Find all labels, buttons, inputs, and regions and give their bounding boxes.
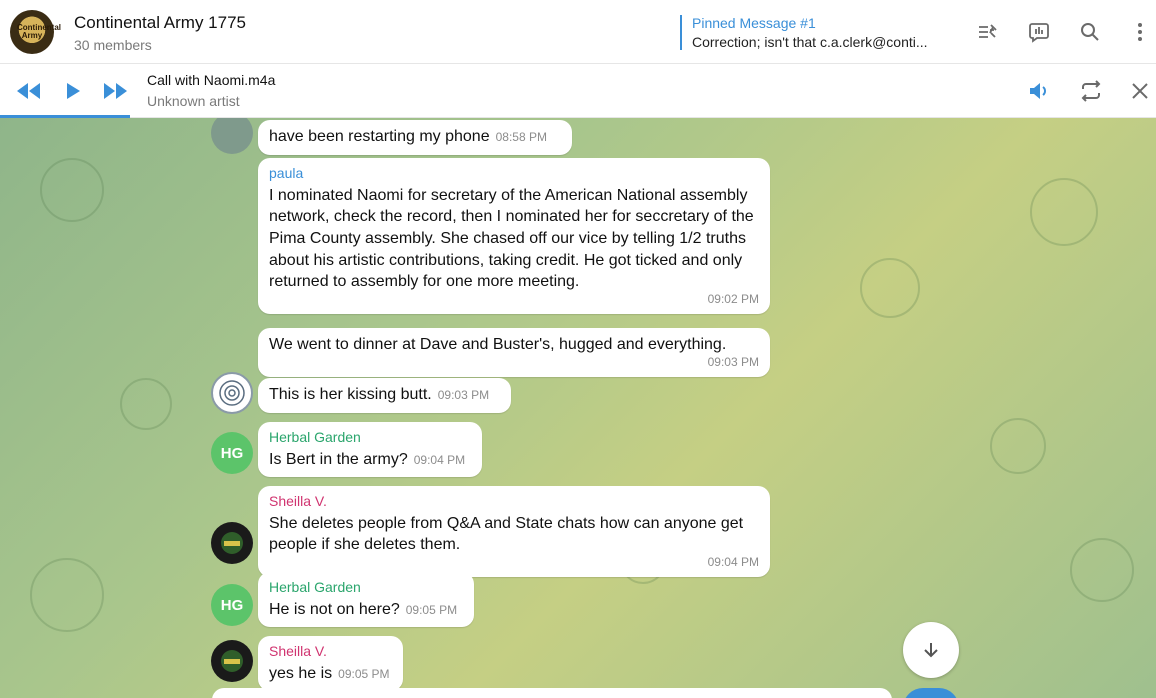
message-time: 08:58 PM: [495, 130, 547, 144]
message-time: 09:05 PM: [338, 666, 390, 681]
background-doodle: [1030, 178, 1098, 246]
chat-header: Continental Army Continental Army 1775 3…: [0, 0, 1156, 64]
sender-name[interactable]: paula: [269, 164, 759, 183]
play-icon[interactable]: [60, 79, 86, 103]
message-bubble: paula I nominated Naomi for secretary of…: [258, 158, 770, 315]
message-text: Is Bert in the army?: [269, 450, 408, 468]
pinned-text: Correction; isn't that c.a.clerk@conti..…: [692, 34, 928, 50]
more-icon[interactable]: [1126, 18, 1154, 46]
message-text: I nominated Naomi for secretary of the A…: [269, 186, 754, 291]
message-bubble: Herbal Garden He is not on here? 09:05 PM: [258, 572, 474, 628]
pinned-list-icon[interactable]: [974, 18, 1002, 46]
pinned-message[interactable]: Pinned Message #1 Correction; isn't that…: [680, 15, 962, 50]
chat-area: have been restarting my phone 08:58 PM pa…: [0, 118, 1156, 698]
next-icon[interactable]: [102, 79, 128, 103]
background-doodle: [990, 418, 1046, 474]
group-avatar[interactable]: Continental Army: [10, 10, 61, 54]
message-time: 09:04 PM: [707, 555, 759, 570]
avatar-initials: HG: [220, 444, 244, 462]
message-bubble: Sheilla V. She deletes people from Q&A a…: [258, 486, 770, 578]
sender-name[interactable]: Sheilla V.: [269, 492, 759, 511]
avatar[interactable]: HG: [211, 432, 253, 474]
avatar[interactable]: [211, 522, 253, 564]
volume-icon[interactable]: [1027, 79, 1053, 103]
avatar[interactable]: [211, 118, 253, 154]
avatar-initials: HG: [220, 596, 244, 614]
arrow-down-icon: [924, 643, 938, 658]
prev-icon[interactable]: [16, 79, 42, 103]
message-text: We went to dinner at Dave and Buster's, …: [269, 336, 727, 353]
background-doodle: [1070, 538, 1134, 602]
sender-name[interactable]: Sheilla V.: [269, 642, 392, 661]
message-text: He is not on here?: [269, 600, 400, 618]
sender-name[interactable]: Herbal Garden: [269, 428, 471, 447]
message-text: This is her kissing butt.: [269, 386, 432, 403]
close-icon[interactable]: [1127, 79, 1153, 103]
message-text: yes he is: [269, 664, 333, 682]
message-time: 09:04 PM: [413, 452, 466, 467]
message-bubble: Sheilla V. yes he is 09:05 PM: [258, 636, 403, 692]
group-title[interactable]: Continental Army 1775: [74, 13, 246, 33]
audio-player-bar: Call with Naomi.m4a Unknown artist: [0, 64, 1156, 118]
scroll-down-button[interactable]: [903, 622, 959, 678]
send-button[interactable]: [903, 688, 959, 698]
message-bubble: This is her kissing butt. 09:03 PM: [258, 378, 511, 413]
message-text: have been restarting my phone: [269, 128, 490, 145]
poll-icon[interactable]: [1025, 18, 1053, 46]
search-icon[interactable]: [1076, 18, 1104, 46]
message-time: 09:02 PM: [707, 291, 759, 306]
message-bubble: We went to dinner at Dave and Buster's, …: [258, 328, 770, 377]
message-time: 09:03 PM: [437, 388, 490, 402]
message-bubble: Herbal Garden Is Bert in the army? 09:04 …: [258, 422, 482, 478]
message-time: 09:03 PM: [707, 354, 759, 369]
message-composer[interactable]: [212, 688, 892, 698]
background-doodle: [120, 378, 172, 430]
member-count: 30 members: [74, 37, 152, 53]
repeat-icon[interactable]: [1078, 79, 1104, 103]
avatar[interactable]: HG: [211, 584, 253, 626]
avatar-text: Continental Army: [17, 23, 61, 40]
background-doodle: [40, 158, 104, 222]
track-title: Call with Naomi.m4a: [147, 72, 276, 88]
sender-name[interactable]: Herbal Garden: [269, 578, 463, 597]
message-time: 09:05 PM: [405, 602, 458, 617]
avatar[interactable]: [211, 372, 253, 414]
pinned-title: Pinned Message #1: [692, 15, 816, 31]
message-text: She deletes people from Q&A and State ch…: [269, 514, 744, 554]
message-bubble: have been restarting my phone 08:58 PM: [258, 120, 572, 155]
track-artist: Unknown artist: [147, 93, 240, 109]
avatar[interactable]: [211, 640, 253, 682]
background-doodle: [30, 558, 104, 632]
background-doodle: [860, 258, 920, 318]
